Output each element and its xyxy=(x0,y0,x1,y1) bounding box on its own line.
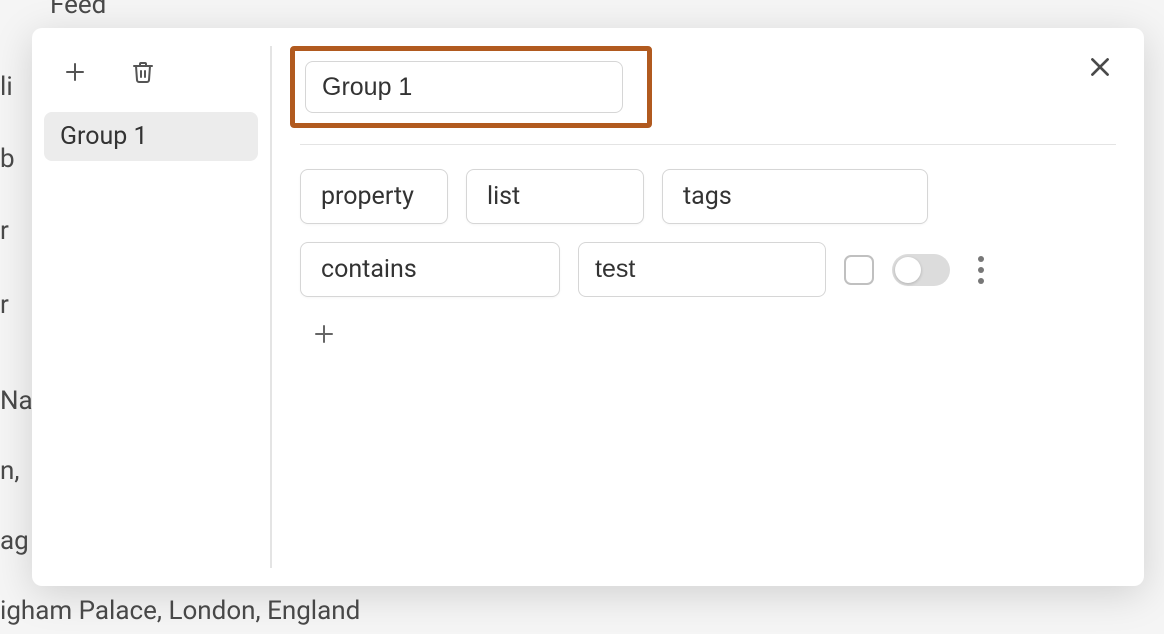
groups-sidebar: Group 1 xyxy=(32,28,270,586)
bg-text: n, xyxy=(0,456,19,486)
dot-icon xyxy=(978,256,984,262)
group-item-label: Group 1 xyxy=(60,122,148,151)
bg-text: b xyxy=(0,144,15,174)
bg-text: Na xyxy=(0,386,33,416)
horizontal-divider xyxy=(300,144,1116,145)
group-name-highlight xyxy=(290,46,652,128)
bg-text: r xyxy=(0,216,9,246)
toggle-knob xyxy=(895,257,921,283)
editor-content: property list tags contains xyxy=(272,28,1144,586)
delete-group-button[interactable] xyxy=(126,56,160,90)
group-name-input[interactable] xyxy=(305,61,623,113)
filter-kind-select[interactable]: property xyxy=(300,169,448,224)
filter-row-1: property list tags xyxy=(300,169,1116,224)
filter-toggle[interactable] xyxy=(892,254,950,286)
filter-scope-select[interactable]: list xyxy=(466,169,644,224)
filter-field-label: tags xyxy=(683,182,732,211)
plus-icon xyxy=(312,322,336,349)
bg-text: ag xyxy=(0,526,29,556)
close-button[interactable] xyxy=(1080,48,1120,88)
group-editor-modal: Group 1 property list tags xyxy=(32,28,1144,586)
filter-checkbox[interactable] xyxy=(844,255,874,285)
dot-icon xyxy=(978,267,984,273)
filter-field-select[interactable]: tags xyxy=(662,169,928,224)
bg-text: Feed xyxy=(50,0,106,20)
bg-text: igham Palace, London, England xyxy=(0,596,360,626)
group-list: Group 1 xyxy=(44,112,258,161)
filter-scope-label: list xyxy=(487,182,520,211)
add-filter-button[interactable] xyxy=(304,315,344,355)
dot-icon xyxy=(978,278,984,284)
filter-operator-label: contains xyxy=(321,255,417,284)
bg-text: r xyxy=(0,290,9,320)
trash-icon xyxy=(131,59,155,88)
filter-value-input[interactable] xyxy=(578,242,826,297)
plus-icon xyxy=(63,60,87,87)
filter-kind-label: property xyxy=(321,182,414,211)
filter-operator-select[interactable]: contains xyxy=(300,242,560,297)
close-icon xyxy=(1087,54,1113,83)
sidebar-item-group[interactable]: Group 1 xyxy=(44,112,258,161)
bg-text: li xyxy=(0,72,13,102)
filter-more-button[interactable] xyxy=(968,250,994,290)
add-group-button[interactable] xyxy=(58,56,92,90)
sidebar-toolbar xyxy=(44,48,258,112)
filter-row-2: contains xyxy=(300,242,1116,297)
